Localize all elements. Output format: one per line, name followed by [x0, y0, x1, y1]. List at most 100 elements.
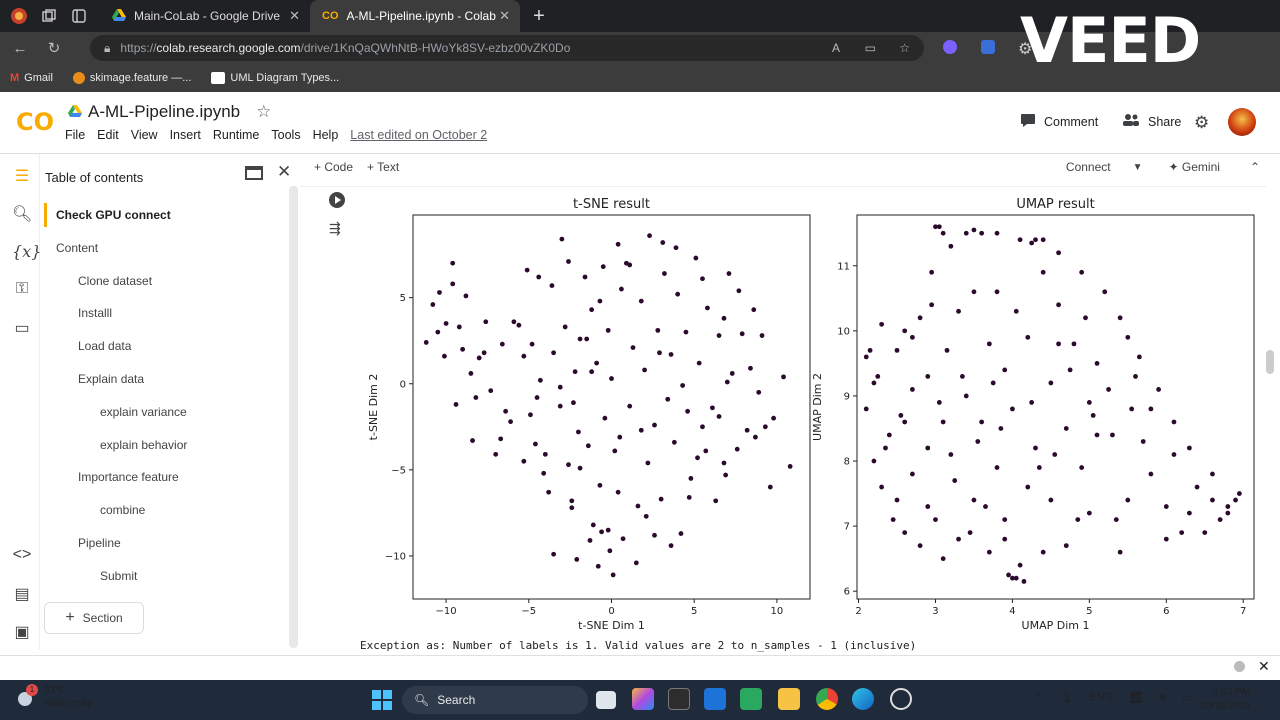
wifi-icon[interactable]: 📶︎	[1129, 691, 1143, 704]
connect-dropdown-icon[interactable]: ▼	[1133, 162, 1143, 173]
taskbar-search[interactable]: 🔍︎ Search	[402, 686, 588, 714]
workspaces-icon[interactable]	[38, 5, 60, 27]
back-icon[interactable]: ←	[6, 34, 34, 62]
scatter-point	[1013, 308, 1019, 314]
toc-item[interactable]: Installl	[78, 306, 112, 320]
profile-icon[interactable]	[8, 5, 30, 27]
scatter-point	[894, 347, 900, 353]
terminal-icon[interactable]: ▣	[12, 622, 32, 642]
clock[interactable]: 4:03 PM 10/10/2024	[1200, 686, 1250, 714]
edge-icon[interactable]	[852, 688, 874, 710]
close-tab-icon[interactable]: ✕	[289, 8, 300, 24]
weather-widget[interactable]: 1 33°C Nhiều mây	[14, 684, 92, 710]
toc-item[interactable]: Explain data	[78, 372, 144, 386]
toc-title: Table of contents	[45, 170, 144, 185]
scatter-point	[577, 336, 583, 342]
microphone-icon[interactable]: 🎙︎	[1059, 691, 1073, 704]
connect-button[interactable]: Connect	[1066, 160, 1111, 174]
scatter-point	[1002, 367, 1008, 373]
url-field[interactable]: 🔒︎ https://colab.research.google.com/dri…	[90, 35, 924, 61]
star-icon[interactable]: ☆	[256, 102, 271, 122]
favorite-star-icon[interactable]: ☆	[899, 41, 910, 55]
menu-file[interactable]: File	[65, 128, 85, 142]
toc-item[interactable]: Importance feature	[78, 470, 179, 484]
menu-help[interactable]: Help	[313, 128, 339, 142]
code-snippets-icon[interactable]: <>	[12, 546, 32, 564]
toc-item[interactable]: Submit	[100, 569, 137, 583]
read-aloud-icon[interactable]: A	[832, 41, 840, 55]
secrets-key-icon[interactable]: ⚿	[12, 280, 32, 298]
scatter-point	[1186, 510, 1192, 516]
language-indicator[interactable]: ENG	[1089, 691, 1113, 704]
toc-item[interactable]: Pipeline	[78, 536, 121, 550]
scatter-point	[1048, 497, 1054, 503]
new-tab-icon[interactable]: +	[528, 5, 550, 27]
tab-colab[interactable]: CO A-ML-Pipeline.ipynb - Colab ✕	[310, 0, 520, 32]
copilot-extension-icon[interactable]	[942, 39, 958, 60]
open-in-tab-icon[interactable]	[245, 166, 263, 180]
command-palette-icon[interactable]: ▤	[12, 584, 32, 604]
toc-item[interactable]: Clone dataset	[78, 274, 152, 288]
close-icon[interactable]: ✕	[1258, 658, 1270, 675]
translate-extension-icon[interactable]	[980, 39, 996, 60]
search-icon[interactable]: 🔍︎	[12, 204, 32, 224]
skimage-icon	[72, 72, 85, 84]
gemini-button[interactable]: ✦ Gemini	[1169, 160, 1220, 174]
file-explorer-icon[interactable]	[778, 688, 800, 710]
toc-item[interactable]: explain behavior	[100, 438, 187, 452]
bookmark-gmail[interactable]: M Gmail	[10, 72, 53, 84]
toc-item[interactable]: Load data	[78, 339, 131, 353]
add-code-button[interactable]: + Code	[314, 160, 353, 174]
windows-start-icon[interactable]	[372, 690, 392, 710]
avatar[interactable]	[1228, 108, 1256, 136]
bookmark-uml[interactable]: UML Diagram Types...	[211, 72, 339, 84]
terminal-app-icon[interactable]	[668, 688, 690, 710]
menu-runtime[interactable]: Runtime	[213, 128, 260, 142]
files-folder-icon[interactable]: ▭	[12, 318, 32, 338]
settings-gear-icon[interactable]: ⚙	[1194, 113, 1209, 133]
close-icon[interactable]: ✕	[277, 162, 291, 182]
toc-item[interactable]: Content	[56, 241, 98, 255]
battery-icon[interactable]: ▭	[1182, 691, 1192, 704]
toc-item[interactable]: explain variance	[100, 405, 187, 419]
reload-icon[interactable]: ↻	[40, 34, 68, 62]
toc-list-icon[interactable]: ☰	[12, 166, 32, 186]
toc-item[interactable]: Check GPU connect	[56, 208, 171, 222]
menu-edit[interactable]: Edit	[97, 128, 119, 142]
last-edited-link[interactable]: Last edited on October 2	[350, 128, 487, 142]
tab-actions-icon[interactable]	[68, 5, 90, 27]
run-cell-button[interactable]	[329, 192, 345, 208]
variables-icon[interactable]: {x}	[12, 242, 41, 261]
volume-icon[interactable]: 🔊︎	[1159, 691, 1166, 704]
notebook-title[interactable]: A-ML-Pipeline.ipynb	[88, 102, 240, 122]
notebook-scrollbar[interactable]	[1266, 350, 1274, 374]
copilot-icon[interactable]	[632, 688, 654, 710]
task-view-icon[interactable]	[596, 691, 616, 709]
colab-logo[interactable]: CO	[16, 108, 54, 136]
download-manager-icon[interactable]	[740, 688, 762, 710]
outlook-icon[interactable]	[704, 688, 726, 710]
comment-button[interactable]: Comment	[1020, 113, 1098, 130]
bookmark-skimage[interactable]: skimage.feature —...	[72, 72, 191, 84]
tab-google-drive[interactable]: Main-CoLab - Google Drive ✕	[100, 0, 310, 32]
split-screen-icon[interactable]: ▭	[865, 41, 876, 55]
weather-text: Nhiều mây	[44, 698, 92, 709]
close-tab-icon[interactable]: ✕	[499, 8, 510, 24]
app-badge-icon[interactable]	[890, 688, 912, 710]
collapse-chevron-icon[interactable]: ⌃	[1250, 160, 1260, 174]
share-button[interactable]: Share	[1122, 113, 1181, 130]
output-actions-icon[interactable]: ⇶	[329, 220, 341, 237]
show-hidden-icons-chevron-icon[interactable]: ⌃	[1034, 691, 1043, 704]
add-text-button[interactable]: + Text	[367, 160, 399, 174]
menu-insert[interactable]: Insert	[170, 128, 201, 142]
menu-tools[interactable]: Tools	[271, 128, 300, 142]
x-tick-label: 2	[855, 606, 861, 617]
chrome-icon[interactable]	[816, 688, 838, 710]
scatter-point	[645, 460, 651, 466]
menu-view[interactable]: View	[131, 128, 158, 142]
toc-scrollbar[interactable]	[289, 186, 298, 648]
add-section-button[interactable]: + Section	[44, 602, 144, 634]
toc-item[interactable]: combine	[100, 503, 145, 517]
chart-title: UMAP result	[1016, 197, 1094, 212]
scatter-point	[1013, 575, 1019, 581]
